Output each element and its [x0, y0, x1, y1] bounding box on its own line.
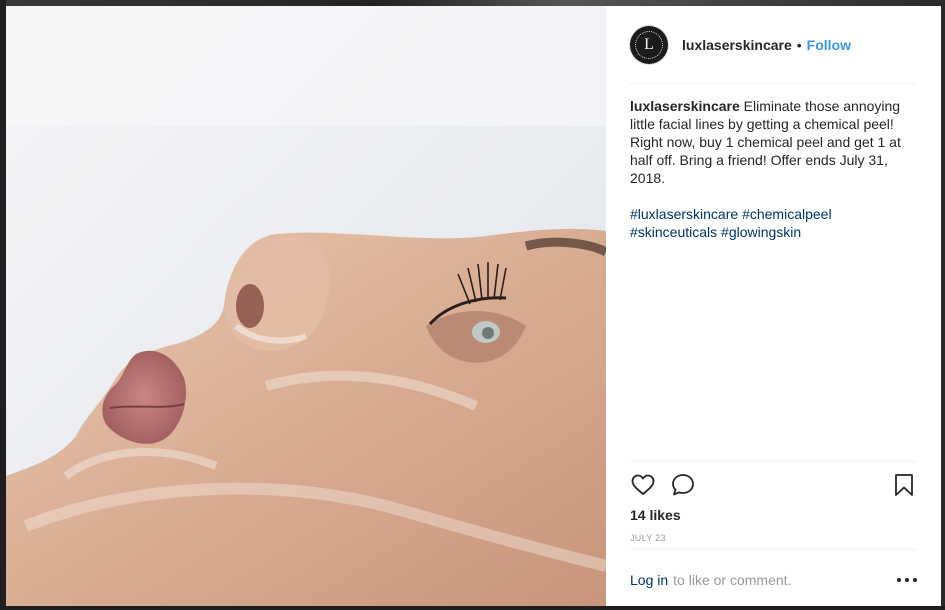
- caption-username-link[interactable]: luxlaserskincare: [630, 98, 740, 114]
- hashtag-list: #luxlaserskincare #chemicalpeel #skinceu…: [630, 205, 918, 241]
- profile-avatar[interactable]: L: [630, 26, 668, 64]
- face-photo-illustration: [6, 6, 606, 606]
- comment-login-row: Log in to like or comment.: [630, 570, 917, 590]
- hashtag-link[interactable]: #glowingskin: [721, 224, 801, 240]
- post-photo[interactable]: [6, 6, 606, 606]
- more-dot: [897, 578, 901, 582]
- header-divider: [630, 83, 917, 84]
- actions-divider: [630, 461, 917, 462]
- username-link[interactable]: luxlaserskincare: [682, 37, 792, 53]
- post-actions: [630, 472, 917, 498]
- window-frame-right: [941, 0, 945, 610]
- comment-prompt: to like or comment.: [673, 572, 792, 588]
- more-dot: [913, 578, 917, 582]
- hashtag-link[interactable]: #chemicalpeel: [742, 206, 832, 222]
- bookmark-icon[interactable]: [891, 472, 917, 498]
- follow-button[interactable]: Follow: [807, 37, 851, 53]
- heart-icon[interactable]: [630, 472, 656, 498]
- post-header: L luxlaserskincare • Follow: [630, 24, 917, 66]
- separator-dot: •: [796, 37, 802, 53]
- post-caption: luxlaserskincare Eliminate those annoyin…: [630, 97, 918, 241]
- login-link[interactable]: Log in: [630, 572, 668, 588]
- comment-divider: [630, 549, 917, 550]
- avatar-logo-letter: L: [644, 36, 654, 53]
- likes-count[interactable]: 14 likes: [630, 507, 681, 523]
- more-dot: [905, 578, 909, 582]
- hashtag-link[interactable]: #skinceuticals: [630, 224, 717, 240]
- comment-icon[interactable]: [670, 472, 696, 498]
- more-options-icon[interactable]: [897, 570, 917, 590]
- post-detail-panel: L luxlaserskincare • Follow luxlaserskin…: [606, 6, 941, 606]
- hashtag-link[interactable]: #luxlaserskincare: [630, 206, 738, 222]
- post-date[interactable]: JULY 23: [630, 533, 666, 543]
- window-frame-bottom: [0, 606, 945, 610]
